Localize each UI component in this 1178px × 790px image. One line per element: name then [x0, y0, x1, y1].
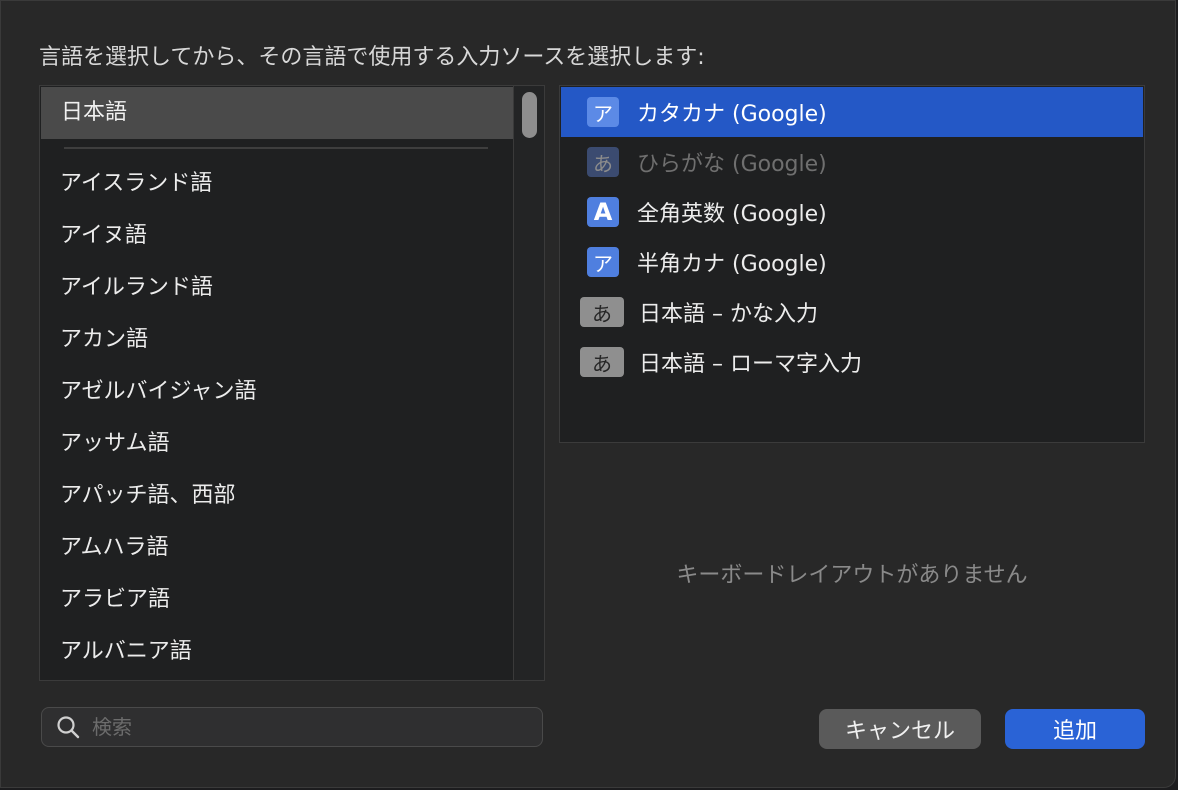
source-item-label: 全角英数 (Google) [637, 202, 827, 227]
scrollbar-thumb[interactable] [522, 92, 537, 138]
source-item-label: 半角カナ (Google) [637, 252, 827, 277]
search-input[interactable] [90, 714, 514, 740]
language-item[interactable]: アムハラ語 [40, 522, 512, 574]
language-list-scrollbar[interactable] [513, 86, 544, 680]
hiragana-icon: あ [587, 147, 619, 177]
source-item-label: 日本語 – ローマ字入力 [639, 352, 862, 377]
search-icon [57, 716, 80, 739]
language-list[interactable]: 日本語 アイスランド語 アイヌ語 アイルランド語 アカン語 アゼルバイジャン語 … [39, 85, 545, 681]
language-item[interactable]: アゼルバイジャン語 [40, 366, 512, 418]
source-item-fullwidth-alpha-google[interactable]: A 全角英数 (Google) [561, 187, 1143, 237]
language-item[interactable]: アラビア語 [40, 574, 512, 626]
kana-input-icon: あ [580, 297, 624, 327]
language-item[interactable]: アパッチ語、西部 [40, 470, 512, 522]
source-item-label: カタカナ (Google) [637, 102, 827, 127]
language-item[interactable]: アッサム語 [40, 418, 512, 470]
no-keyboard-layout-message: キーボードレイアウトがありません [676, 563, 1028, 588]
language-item[interactable]: アルバニア語 [40, 626, 512, 678]
katakana-icon: ア [587, 97, 619, 127]
add-button[interactable]: 追加 [1005, 709, 1145, 749]
fullwidth-alpha-icon: A [587, 197, 619, 227]
cancel-button[interactable]: キャンセル [819, 709, 981, 749]
source-item-romaji-input[interactable]: あ 日本語 – ローマ字入力 [561, 337, 1143, 387]
halfwidth-kana-icon: ア [587, 247, 619, 277]
source-item-label: ひらがな (Google) [637, 152, 827, 177]
language-item[interactable]: アイヌ語 [40, 210, 512, 262]
list-divider [64, 147, 488, 149]
input-source-list[interactable]: ア カタカナ (Google) あ ひらがな (Google) A 全角英数 (… [559, 85, 1145, 443]
dialog-prompt: 言語を選択してから、その言語で使用する入力ソースを選択します: [39, 45, 705, 70]
source-item-label: 日本語 – かな入力 [639, 302, 818, 327]
source-item-katakana-google[interactable]: ア カタカナ (Google) [561, 87, 1143, 137]
language-item-selected[interactable]: 日本語 [41, 87, 513, 139]
language-item[interactable]: アイスランド語 [40, 158, 512, 210]
search-field[interactable] [41, 707, 543, 747]
source-item-kana-input[interactable]: あ 日本語 – かな入力 [561, 287, 1143, 337]
source-item-hiragana-google: あ ひらがな (Google) [561, 137, 1143, 187]
language-item[interactable]: アカン語 [40, 314, 512, 366]
romaji-input-icon: あ [580, 347, 624, 377]
source-item-halfwidth-kana-google[interactable]: ア 半角カナ (Google) [561, 237, 1143, 287]
language-item[interactable]: アイルランド語 [40, 262, 512, 314]
add-input-source-dialog: 言語を選択してから、その言語で使用する入力ソースを選択します: 日本語 アイスラ… [0, 0, 1176, 788]
